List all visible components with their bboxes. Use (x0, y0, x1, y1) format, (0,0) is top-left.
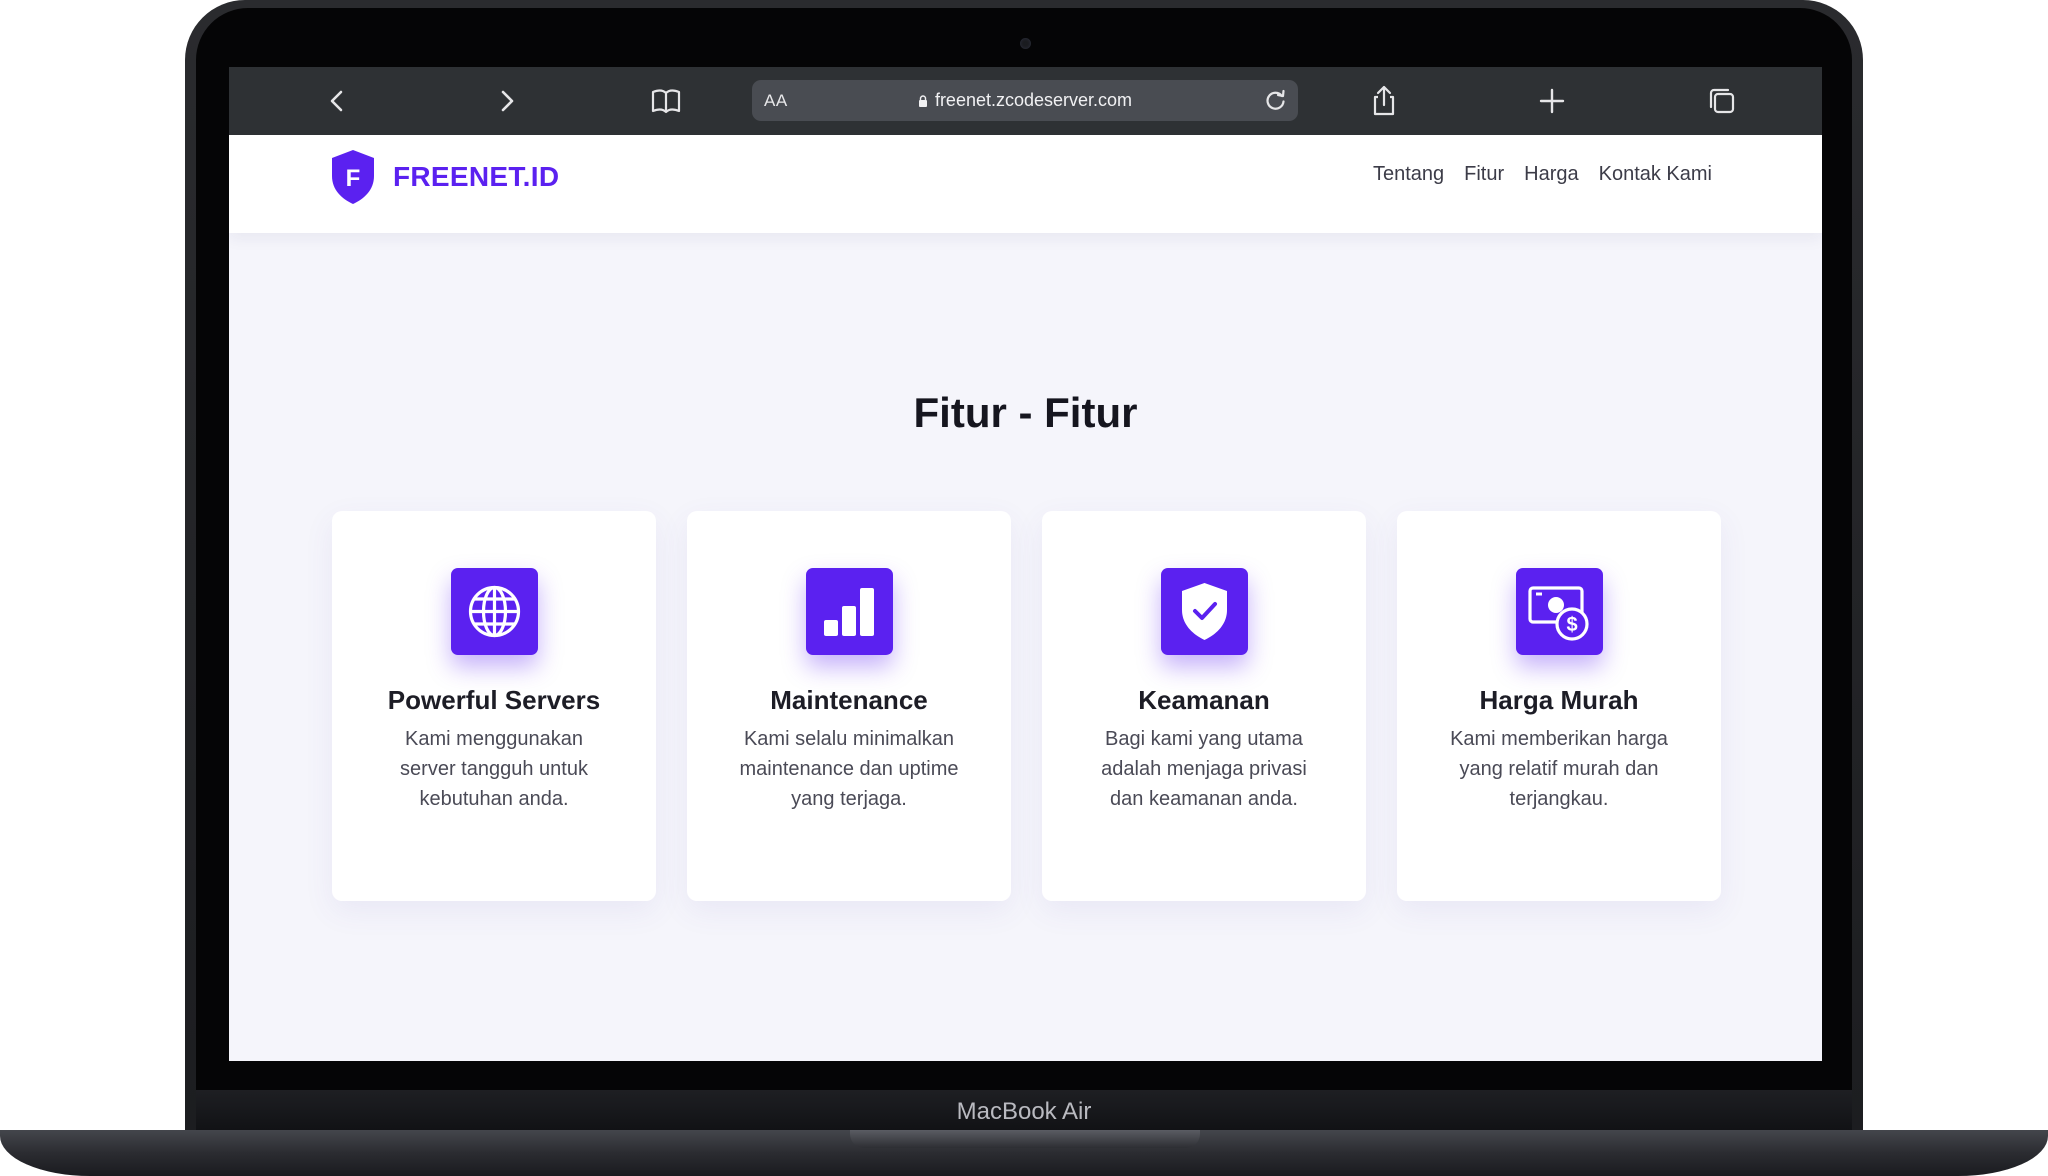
nav-fitur[interactable]: Fitur (1464, 163, 1504, 186)
feature-card: Keamanan Bagi kami yang utama adalah men… (1042, 511, 1366, 901)
browser-toolbar: AA freenet.zcodeserver.com (229, 67, 1822, 135)
url-display: freenet.zcodeserver.com (752, 90, 1298, 111)
bookmarks-icon[interactable] (649, 84, 683, 118)
camera-icon (1020, 38, 1031, 49)
tabs-overview-icon[interactable] (1705, 84, 1739, 118)
address-bar[interactable]: AA freenet.zcodeserver.com (752, 80, 1298, 121)
globe-icon (451, 568, 538, 655)
nav-tentang[interactable]: Tentang (1373, 163, 1444, 186)
laptop-notch (850, 1130, 1200, 1148)
lock-icon (918, 91, 928, 107)
feature-title: Powerful Servers (387, 685, 601, 715)
money-icon: $ (1516, 568, 1603, 655)
feature-title: Keamanan (1138, 685, 1270, 715)
logo-letter: F (346, 165, 361, 192)
feature-description: Kami menggunakan server tangguh untuk ke… (400, 728, 588, 810)
feature-description: Bagi kami yang utama adalah menjaga priv… (1101, 728, 1307, 810)
feature-cards: Powerful Servers Kami menggunakan server… (332, 511, 1722, 901)
forward-icon[interactable] (489, 84, 523, 118)
section-title: Fitur - Fitur (913, 389, 1138, 436)
feature-description: Kami selalu minimalkan maintenance dan u… (739, 728, 959, 810)
site-header: F FREENET.ID Tentang Fitur Harga Kontak … (229, 135, 1822, 233)
share-icon[interactable] (1367, 84, 1401, 118)
svg-text:$: $ (1566, 614, 1577, 636)
site-logo[interactable]: F FREENET.ID (329, 147, 559, 207)
url-text: freenet.zcodeserver.com (934, 90, 1133, 110)
nav-kontak-kami[interactable]: Kontak Kami (1599, 163, 1712, 186)
feature-title: Maintenance (770, 685, 928, 715)
new-tab-icon[interactable] (1535, 84, 1569, 118)
brand-name: FREENET.ID (393, 161, 560, 192)
feature-card: Powerful Servers Kami menggunakan server… (332, 511, 656, 901)
main-nav: Tentang Fitur Harga Kontak Kami (1373, 163, 1712, 186)
feature-title: Harga Murah (1479, 685, 1639, 715)
shield-logo-icon: F (332, 150, 374, 204)
bar-chart-icon (806, 568, 893, 655)
shield-check-icon (1161, 568, 1248, 655)
feature-card: $ Harga Murah Kami memberikan harga yang… (1397, 511, 1721, 901)
feature-card: Maintenance Kami selalu minimalkan maint… (687, 511, 1011, 901)
device-model-label: MacBook Air (956, 1098, 1092, 1125)
browser-window: AA freenet.zcodeserver.com F FREENET.ID … (229, 67, 1822, 1061)
back-icon[interactable] (321, 84, 355, 118)
nav-harga[interactable]: Harga (1524, 163, 1578, 186)
feature-description: Kami memberikan harga yang relatif murah… (1450, 728, 1668, 810)
reload-icon[interactable] (1262, 86, 1290, 114)
